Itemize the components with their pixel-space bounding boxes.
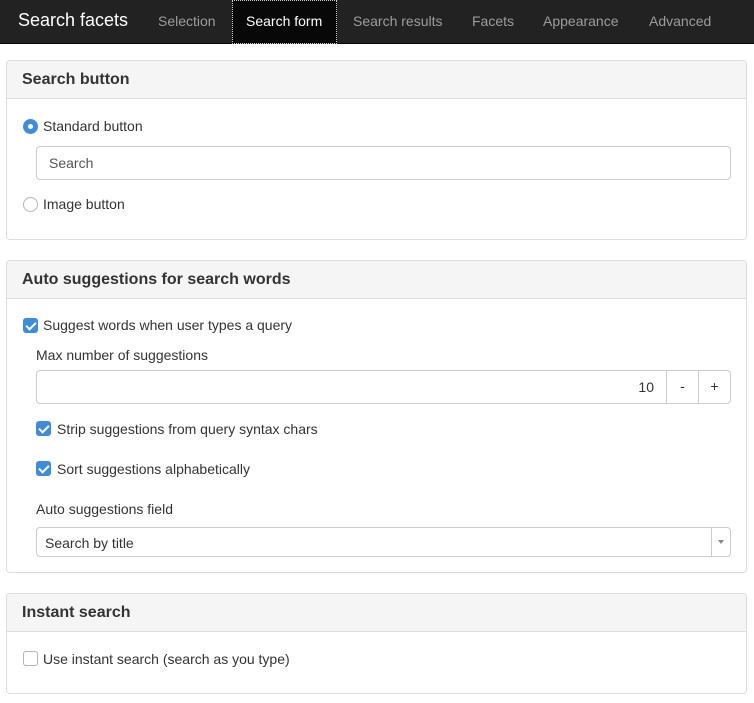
search-button-text-input[interactable]: Search (36, 146, 731, 180)
tab-facets[interactable]: Facets (472, 0, 514, 44)
standard-button-radio[interactable] (23, 119, 38, 134)
instant-search-panel-title: Instant search (7, 594, 746, 632)
auto-suggestions-panel-title: Auto suggestions for search words (7, 261, 746, 299)
auto-suggestions-panel: Auto suggestions for search words Sugges… (6, 260, 747, 573)
instant-search-panel: Instant search Use instant search (searc… (6, 593, 747, 694)
increment-button[interactable]: + (698, 371, 730, 403)
app-brand[interactable]: Search facets (18, 10, 128, 31)
tab-search-form[interactable]: Search form (232, 0, 337, 44)
search-button-panel: Search button Standard button Search Ima… (6, 60, 747, 240)
tab-advanced[interactable]: Advanced (649, 0, 711, 44)
top-navbar: Search facets Selection Search form Sear… (0, 0, 754, 44)
strip-suggestions-label[interactable]: Strip suggestions from query syntax char… (57, 421, 318, 437)
auto-suggestions-field-value: Search by title (45, 535, 134, 551)
max-suggestions-value[interactable]: 10 (638, 379, 654, 395)
sort-suggestions-checkbox[interactable] (36, 461, 51, 476)
search-button-panel-title: Search button (7, 61, 746, 99)
strip-suggestions-checkbox[interactable] (36, 421, 51, 436)
chevron-down-icon[interactable] (711, 528, 730, 556)
suggest-words-label[interactable]: Suggest words when user types a query (43, 317, 292, 333)
max-suggestions-label: Max number of suggestions (36, 347, 208, 363)
auto-suggestions-field-label: Auto suggestions field (36, 501, 173, 517)
auto-suggestions-field-select[interactable]: Search by title (36, 527, 731, 557)
tab-selection[interactable]: Selection (158, 0, 216, 44)
instant-search-checkbox[interactable] (23, 651, 38, 666)
sort-suggestions-label[interactable]: Sort suggestions alphabetically (57, 461, 250, 477)
standard-button-label[interactable]: Standard button (43, 118, 143, 134)
tab-appearance[interactable]: Appearance (543, 0, 619, 44)
instant-search-label[interactable]: Use instant search (search as you type) (43, 651, 290, 667)
decrement-button[interactable]: - (666, 371, 698, 403)
tab-search-results[interactable]: Search results (353, 0, 442, 44)
max-suggestions-stepper: 10 - + (36, 370, 731, 404)
suggest-words-checkbox[interactable] (23, 318, 38, 333)
image-button-label[interactable]: Image button (43, 196, 125, 212)
image-button-radio[interactable] (23, 197, 38, 212)
